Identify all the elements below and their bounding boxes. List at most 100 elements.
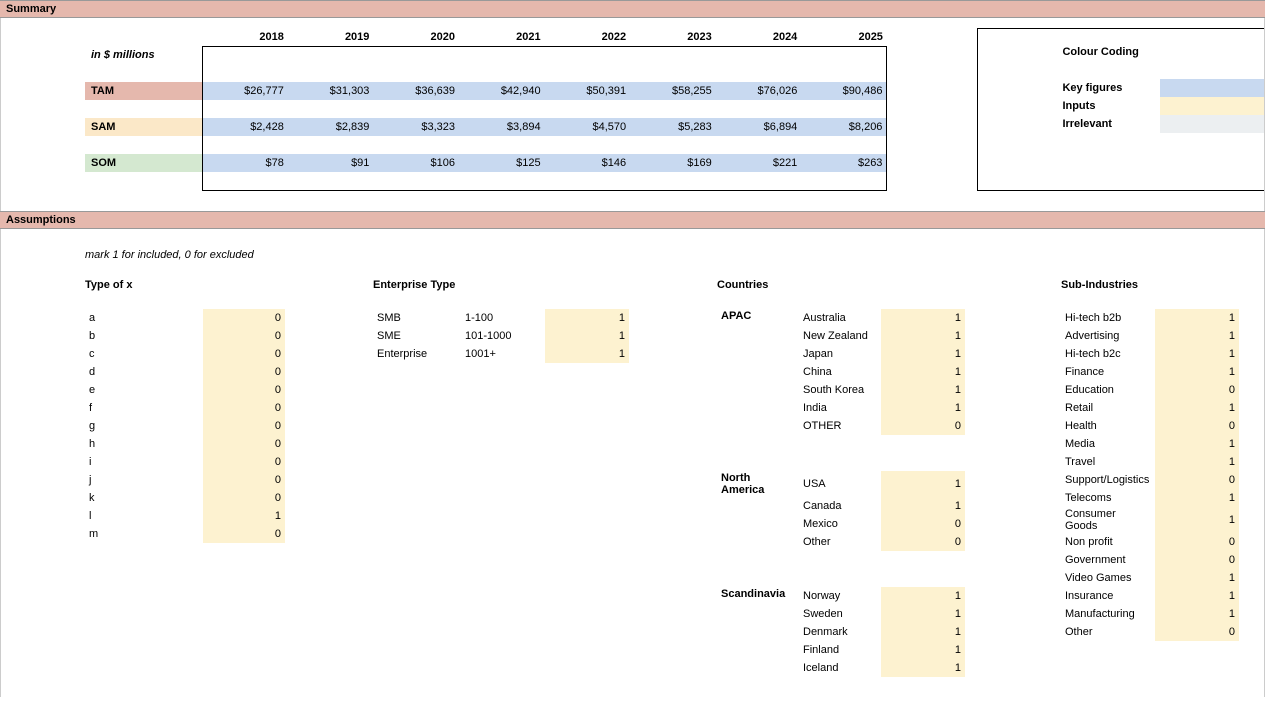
country-value[interactable]: 1	[881, 363, 965, 381]
year-header: 2018	[202, 28, 288, 46]
legend-box: Colour CodingKey figuresInputsIrrelevant	[977, 28, 1264, 191]
metric-value: $3,894	[459, 118, 545, 136]
metric-value: $50,391	[545, 82, 631, 100]
subind-value[interactable]: 0	[1155, 381, 1239, 399]
country-value[interactable]: 0	[881, 515, 965, 533]
subind-value[interactable]: 1	[1155, 507, 1239, 533]
legend-swatch	[1160, 115, 1264, 133]
year-header: 2024	[716, 28, 802, 46]
subind-value[interactable]: 1	[1155, 569, 1239, 587]
type-x-table: a0b0c0d0e0f0g0h0i0j0k0l1m0	[85, 309, 285, 543]
year-header: 2023	[630, 28, 716, 46]
typex-key: e	[85, 381, 203, 399]
country-value[interactable]: 1	[881, 623, 965, 641]
enterprise-value[interactable]: 1	[545, 309, 629, 327]
typex-key: k	[85, 489, 203, 507]
metric-value: $146	[545, 154, 631, 172]
country-value[interactable]: 1	[881, 641, 965, 659]
enterprise-value[interactable]: 1	[545, 327, 629, 345]
col-title-type-x: Type of x	[85, 279, 373, 291]
enterprise-range: 1-100	[461, 309, 545, 327]
country-value[interactable]: 1	[881, 587, 965, 605]
year-header: 2025	[801, 28, 887, 46]
subind-name: Health	[1061, 417, 1155, 435]
metric-value: $91	[288, 154, 374, 172]
col-title-countries: Countries	[717, 279, 1061, 291]
metric-label-tam: TAM	[85, 82, 202, 100]
subind-name: Video Games	[1061, 569, 1155, 587]
subind-value[interactable]: 1	[1155, 587, 1239, 605]
year-header: 2019	[288, 28, 374, 46]
subind-value[interactable]: 1	[1155, 327, 1239, 345]
enterprise-value[interactable]: 1	[545, 345, 629, 363]
subind-name: Non profit	[1061, 533, 1155, 551]
subind-value[interactable]: 1	[1155, 435, 1239, 453]
summary-table: 20182019202020212022202320242025in $ mil…	[85, 28, 887, 191]
metric-value: $4,570	[545, 118, 631, 136]
typex-value[interactable]: 0	[203, 309, 285, 327]
subind-value[interactable]: 0	[1155, 551, 1239, 569]
typex-value[interactable]: 0	[203, 363, 285, 381]
assumptions-content: mark 1 for included, 0 for excluded Type…	[0, 229, 1265, 697]
subind-value[interactable]: 1	[1155, 453, 1239, 471]
metric-value: $58,255	[630, 82, 716, 100]
subind-value[interactable]: 0	[1155, 623, 1239, 641]
typex-value[interactable]: 0	[203, 525, 285, 543]
typex-key: a	[85, 309, 203, 327]
country-value[interactable]: 1	[881, 471, 965, 497]
metric-value: $76,026	[716, 82, 802, 100]
subind-name: Government	[1061, 551, 1155, 569]
typex-value[interactable]: 0	[203, 327, 285, 345]
metric-value: $221	[716, 154, 802, 172]
country-name: Denmark	[799, 623, 881, 641]
typex-value[interactable]: 1	[203, 507, 285, 525]
typex-value[interactable]: 0	[203, 381, 285, 399]
country-value[interactable]: 1	[881, 399, 965, 417]
subind-value[interactable]: 1	[1155, 605, 1239, 623]
country-value[interactable]: 0	[881, 417, 965, 435]
typex-value[interactable]: 0	[203, 417, 285, 435]
country-value[interactable]: 1	[881, 381, 965, 399]
typex-value[interactable]: 0	[203, 345, 285, 363]
country-value[interactable]: 1	[881, 345, 965, 363]
typex-value[interactable]: 0	[203, 453, 285, 471]
country-name: India	[799, 399, 881, 417]
typex-value[interactable]: 0	[203, 435, 285, 453]
col-subind: Sub-Industries Hi-tech b2b1Advertising1H…	[1061, 279, 1261, 677]
subind-value[interactable]: 0	[1155, 533, 1239, 551]
subind-name: Media	[1061, 435, 1155, 453]
subind-value[interactable]: 1	[1155, 489, 1239, 507]
subind-value[interactable]: 1	[1155, 345, 1239, 363]
country-name: Japan	[799, 345, 881, 363]
country-value[interactable]: 0	[881, 533, 965, 551]
country-name: Finland	[799, 641, 881, 659]
subind-value[interactable]: 0	[1155, 471, 1239, 489]
enterprise-table: SMB1-1001SME101-10001Enterprise1001+1	[373, 309, 629, 363]
country-value[interactable]: 1	[881, 497, 965, 515]
subind-value[interactable]: 1	[1155, 363, 1239, 381]
country-name: South Korea	[799, 381, 881, 399]
subind-value[interactable]: 0	[1155, 417, 1239, 435]
subind-name: Hi-tech b2b	[1061, 309, 1155, 327]
typex-value[interactable]: 0	[203, 399, 285, 417]
region-label: Scandinavia	[717, 587, 799, 605]
metric-value: $169	[630, 154, 716, 172]
subind-name: Advertising	[1061, 327, 1155, 345]
typex-value[interactable]: 0	[203, 471, 285, 489]
subind-value[interactable]: 1	[1155, 309, 1239, 327]
country-name: Canada	[799, 497, 881, 515]
metric-value: $6,894	[716, 118, 802, 136]
legend-item-label: Key figures	[978, 79, 1159, 97]
subind-name: Consumer Goods	[1061, 507, 1155, 533]
typex-value[interactable]: 0	[203, 489, 285, 507]
subind-name: Other	[1061, 623, 1155, 641]
subind-value[interactable]: 1	[1155, 399, 1239, 417]
country-value[interactable]: 1	[881, 327, 965, 345]
country-value[interactable]: 1	[881, 309, 965, 327]
country-value[interactable]: 1	[881, 605, 965, 623]
typex-key: d	[85, 363, 203, 381]
enterprise-range: 1001+	[461, 345, 545, 363]
country-value[interactable]: 1	[881, 659, 965, 677]
typex-key: m	[85, 525, 203, 543]
typex-key: h	[85, 435, 203, 453]
